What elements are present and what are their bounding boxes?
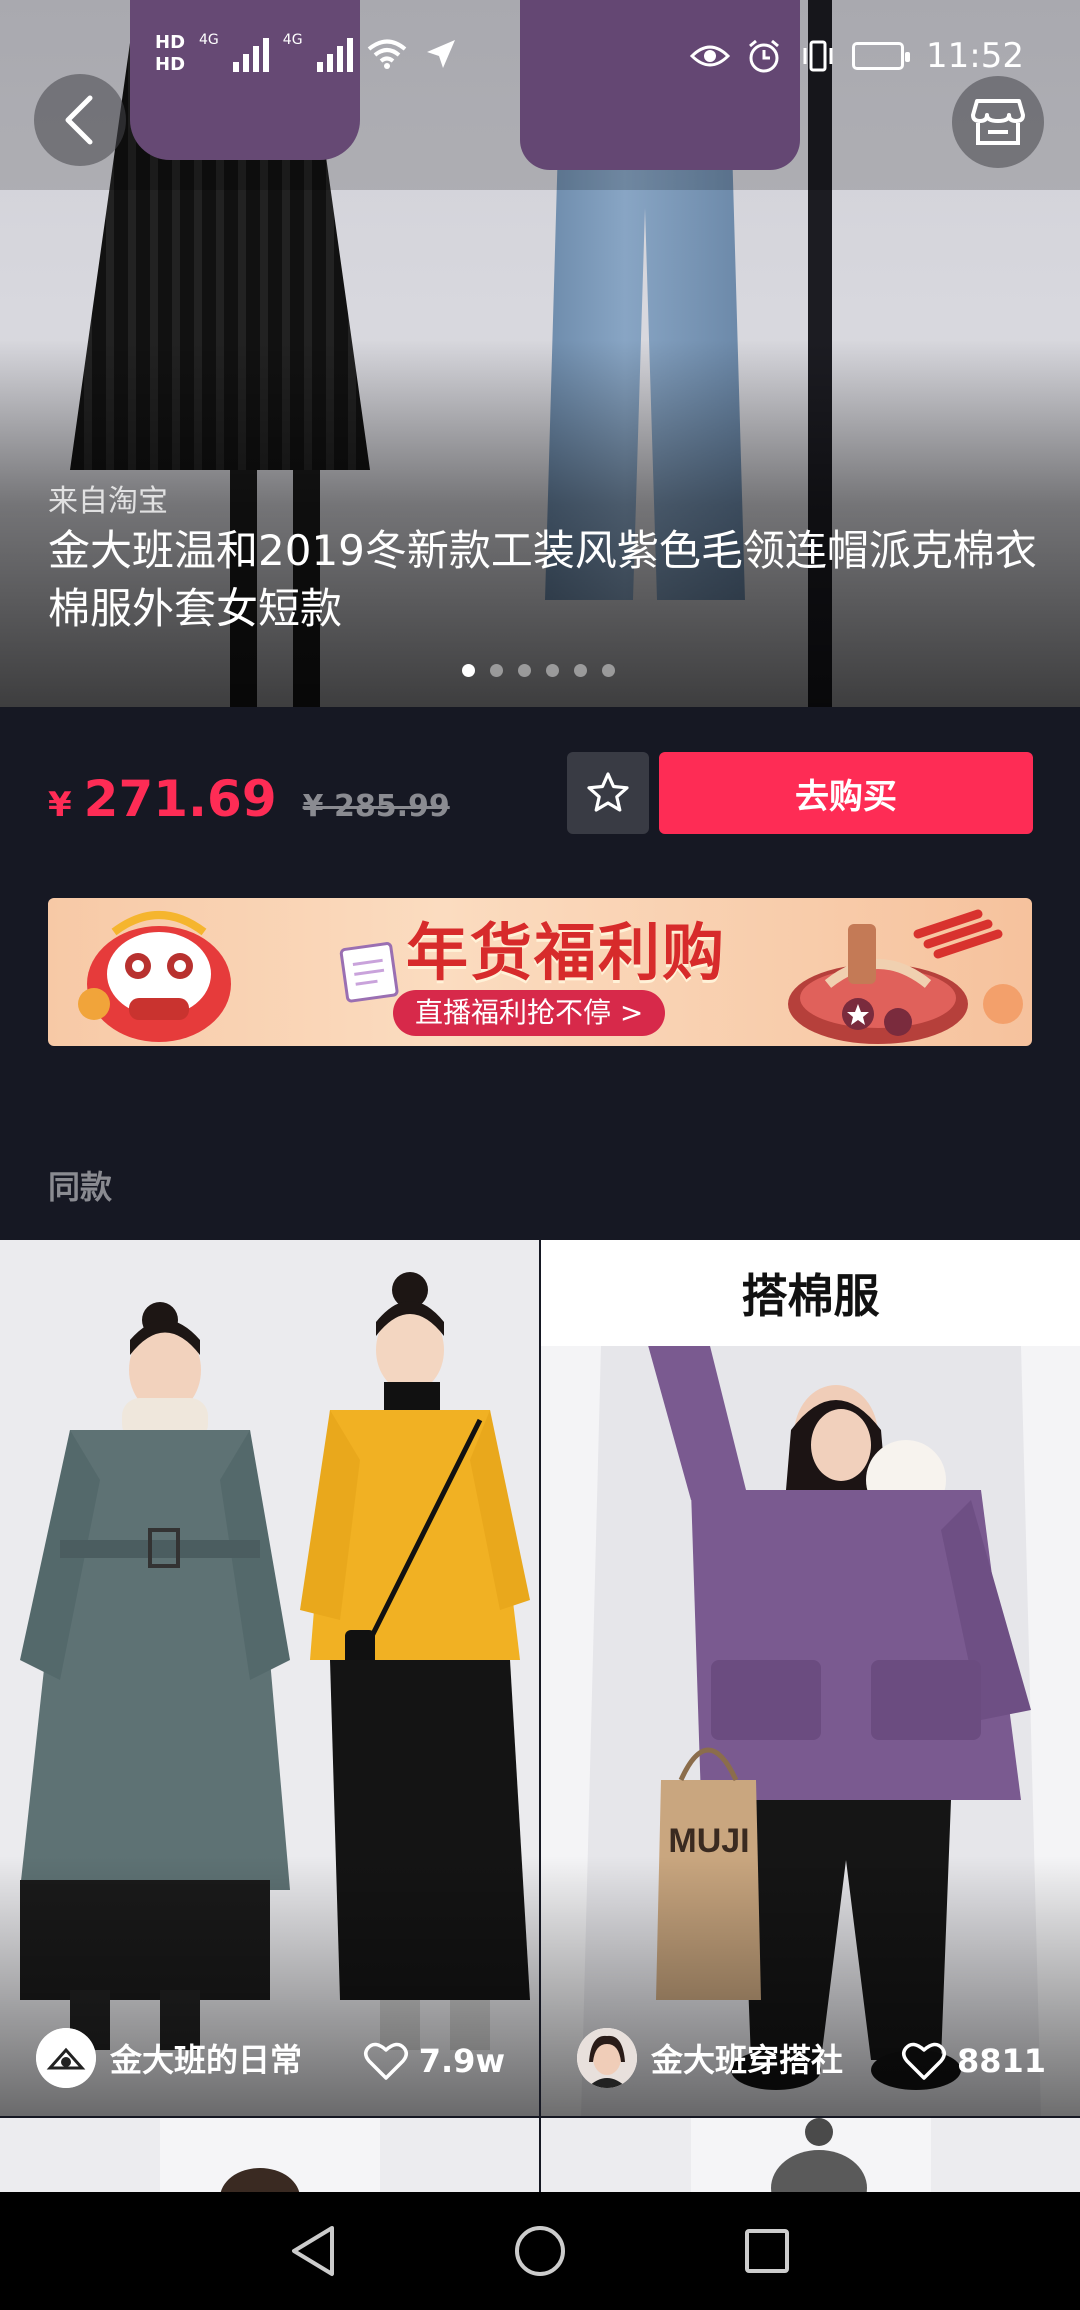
product-image-carousel[interactable]: HD HD 4G 4G 11:52 来自淘宝 金大班温和2019冬新款工装风紫色… [0,0,1080,707]
status-right: 11:52 [690,36,1024,76]
clock: 11:52 [926,36,1024,76]
same-items-label: 同款 [48,1168,113,1206]
same-item-card[interactable]: MUJI 搭棉服 金大班穿搭社 8811 [541,1240,1080,2116]
alarm-icon [744,39,784,73]
promo-banner[interactable]: 年货福利购 直播福利抢不停 > [48,898,1032,1046]
same-item-card[interactable]: 金大班的日常 7.9w [0,1240,539,2116]
same-item-card[interactable] [0,2118,539,2198]
promo-subtitle: 直播福利抢不停 > [393,990,666,1036]
wifi-icon [367,37,407,71]
favorite-button[interactable] [567,752,649,834]
triangle-back-icon [292,2226,335,2276]
product-photo [0,2118,539,2198]
star-outline-icon [587,772,629,812]
hd-badge: HD [155,32,186,53]
avatar [577,2028,637,2088]
like-count: 7.9w [418,2042,505,2080]
carousel-dot [518,664,531,677]
signal-strength-icon [316,36,353,72]
chevron-left-icon [65,95,93,145]
hd-badge: HD [155,54,186,75]
carousel-dot [546,664,559,677]
nav-back-button[interactable] [268,2206,358,2296]
like-count: 8811 [956,2042,1046,2080]
network-type: 4G [282,32,303,48]
carousel-indicator [462,664,615,677]
original-price: ¥ 285.99 [302,789,450,824]
battery-icon [852,42,911,70]
currency-symbol: ¥ [48,785,72,825]
like-counter[interactable]: 7.9w [363,2040,505,2082]
carousel-dot [574,664,587,677]
hd-indicators: HD HD [155,32,185,76]
status-left: HD HD 4G 4G [155,32,461,76]
lion-dance-illustration [78,911,231,1042]
nav-home-button[interactable] [495,2206,585,2296]
nav-recents-button[interactable] [722,2206,812,2296]
card-caption: 搭棉服 [541,1240,1080,1346]
location-arrow-icon [421,37,461,71]
buy-button[interactable]: 去购买 [659,752,1033,834]
like-counter[interactable]: 8811 [901,2040,1046,2082]
back-button[interactable] [34,74,126,166]
author-name: 金大班的日常 [110,2041,303,2079]
author-info[interactable]: 金大班的日常 [36,2028,302,2088]
price-row: ¥ 271.69 ¥ 285.99 [48,770,450,828]
eye-icon [690,39,731,73]
author-name: 金大班穿搭社 [651,2041,844,2079]
heart-outline-icon [901,2042,946,2080]
author-info[interactable]: 金大班穿搭社 [577,2028,843,2088]
product-detail-screen: HD HD 4G 4G 11:52 来自淘宝 金大班温和2019冬新款工装风紫色… [0,0,1080,2310]
carousel-dot [462,664,475,677]
product-title: 金大班温和2019冬新款工装风紫色毛领连帽派克棉衣棉服外套女短款 [48,526,1037,633]
square-recents-icon [744,2229,789,2273]
system-navigation-bar [0,2192,1080,2310]
avatar [36,2028,96,2088]
network-type: 4G [199,32,219,48]
same-item-card[interactable] [541,2118,1080,2198]
circle-home-icon [514,2226,565,2276]
product-photo [541,2118,1080,2198]
carousel-dot [490,664,503,677]
store-icon [971,99,1025,145]
store-button[interactable] [952,76,1044,168]
product-source: 来自淘宝 [48,484,168,519]
new-year-goods-illustration [788,909,1023,1044]
carousel-dot [602,664,615,677]
vibrate-icon [798,39,838,73]
status-bar: HD HD 4G 4G 11:52 [0,22,1080,102]
current-price: 271.69 [83,770,277,828]
promo-title: 年货福利购 [405,916,726,989]
signal-strength-icon [232,36,269,72]
heart-outline-icon [363,2042,408,2080]
